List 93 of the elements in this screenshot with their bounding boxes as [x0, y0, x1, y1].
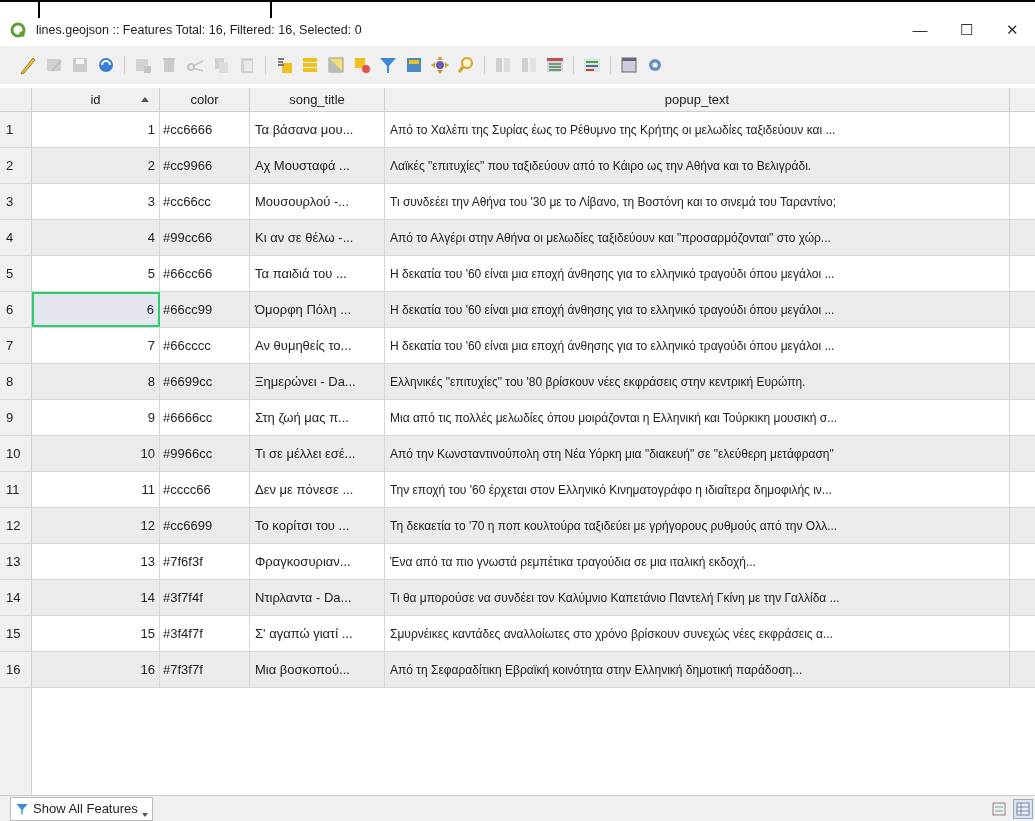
- column-header[interactable]: song_title: [250, 88, 385, 111]
- table-cell: 9: [32, 400, 160, 435]
- filter-icon: [15, 801, 29, 816]
- show-features-button[interactable]: Show All Features: [10, 796, 153, 821]
- table-cell: Το κορίτσι του ...: [250, 508, 385, 543]
- column-header[interactable]: popup_text: [385, 88, 1010, 111]
- table-cell: #cc6699: [160, 508, 250, 543]
- row-header[interactable]: 16: [0, 652, 32, 687]
- table-cell: 12: [32, 508, 160, 543]
- table-cell: #6699cc: [160, 364, 250, 399]
- row-header[interactable]: 9: [0, 400, 32, 435]
- table-cell: Λαϊκές "επιτυχίες" που ταξιδεύουν από το Κάιρο ως την Αθήνα και το Βελιγράδι.: [385, 148, 1010, 183]
- row-header[interactable]: 14: [0, 580, 32, 615]
- table-cell: Στη ζωή μας π...: [250, 400, 385, 435]
- table-cell: Τα παιδιά του ...: [250, 256, 385, 291]
- table-cell: 7: [32, 328, 160, 363]
- row-header[interactable]: 2: [0, 148, 32, 183]
- table-cell: #cc9966: [160, 148, 250, 183]
- table-cell: #cc66cc: [160, 184, 250, 219]
- table-cell: Μια βοσκοπού...: [250, 652, 385, 687]
- row-header[interactable]: 4: [0, 220, 32, 255]
- row-header[interactable]: 11: [0, 472, 32, 507]
- table-cell: 1: [32, 112, 160, 147]
- table-cell: Η δεκατία του '60 είναι μια εποχή άνθησης για το ελληνικό τραγούδι όπου μεγάλοι ...: [385, 328, 1010, 363]
- table-cell: Ντιρλαντα - Da...: [250, 580, 385, 615]
- table-cell: Τι συνδεέει την Αθήνα του '30 με το Λίβανο, τη Βοστόνη και το σινεμά του Ταραντίνο;: [385, 184, 1010, 219]
- table-cell: #cccc66: [160, 472, 250, 507]
- table-cell: Την εποχή του '60 έρχεται στον Ελληνικό Κινηματογράφο η ιδιαΐτερα δημοφιλής ιν...: [385, 472, 1010, 507]
- table-cell: Από την Κωνσταντινούπολη στη Νέα Υόρκη μια "διακευή" σε "ελεύθερη μετάφραση": [385, 436, 1010, 471]
- table-cell: Δεν με πόνεσε ...: [250, 472, 385, 507]
- table-cell: Ξημερώνει - Da...: [250, 364, 385, 399]
- table-cell: 2: [32, 148, 160, 183]
- table-cell: Σ' αγαπώ γιατί ...: [250, 616, 385, 651]
- row-header[interactable]: 15: [0, 616, 32, 651]
- table-cell: Τη δεκαετία το '70 η ποπ κουλτούρα ταξιδεύει με γρήγορους ρυθμούς από την Ολλ...: [385, 508, 1010, 543]
- table-cell: #66cc66: [160, 256, 250, 291]
- table-cell: #cc6666: [160, 112, 250, 147]
- table-cell: 5: [32, 256, 160, 291]
- table-cell: 15: [32, 616, 160, 651]
- table-cell: #3f4f7f: [160, 616, 250, 651]
- table-cell: Η δεκατία του '60 είναι μια εποχή άνθησης για το ελληνικό τραγούδι όπου μεγάλοι ...: [385, 256, 1010, 291]
- table-cell: Όμορφη Πόλη ...: [250, 292, 385, 327]
- table-cell: #3f7f4f: [160, 580, 250, 615]
- table-cell: #66cc99: [160, 292, 250, 327]
- table-cell: #7f3f7f: [160, 652, 250, 687]
- row-header[interactable]: 3: [0, 184, 32, 219]
- table-cell: Τα βάσανα μου...: [250, 112, 385, 147]
- column-header[interactable]: color: [160, 88, 250, 111]
- table-cell: Ένα από τα πιο γνωστά ρεμπέτικα τραγούδια σε μια ιταλική εκδοχή...: [385, 544, 1010, 579]
- caret-icon: [141, 812, 148, 817]
- table-cell: #7f6f3f: [160, 544, 250, 579]
- row-header[interactable]: 13: [0, 544, 32, 579]
- table-cell: 11: [32, 472, 160, 507]
- close-button[interactable]: ✕: [989, 18, 1035, 42]
- window-title: lines.geojson :: Features Total: 16, Filtered: 16, Selected: 0: [36, 21, 362, 39]
- table-cell: #66cccc: [160, 328, 250, 363]
- table-cell: Η δεκατία του '60 είναι μια εποχή άνθησης για το ελληνικό τραγούδι όπου μεγάλοι ...: [385, 292, 1010, 327]
- app-logo-icon: [10, 22, 26, 38]
- table-cell: Αχ Μουσταφά ...: [250, 148, 385, 183]
- table-cell: Από το Αλγέρι στην Αθήνα οι μελωδίες ταξιδεύουν και "προσαρμόζονται" στο χώρ...: [385, 220, 1010, 255]
- table-cell: Τι θα μπορούσε να συνδέει τον Καλύμνιο Καπετάνιο Παντελή Γκίνη με την Γαλλίδα ...: [385, 580, 1010, 615]
- table-view-icon[interactable]: [1013, 798, 1033, 819]
- table-cell: Φραγκοσυριαν...: [250, 544, 385, 579]
- table-cell: 8: [32, 364, 160, 399]
- table-cell: 10: [32, 436, 160, 471]
- table-cell: 13: [32, 544, 160, 579]
- table-cell: Τι σε μέλλει εσέ...: [250, 436, 385, 471]
- table-cell: 4: [32, 220, 160, 255]
- table-cell: #9966cc: [160, 436, 250, 471]
- table-cell: #99cc66: [160, 220, 250, 255]
- row-header[interactable]: 6: [0, 292, 32, 327]
- table-cell: Αν θυμηθείς το...: [250, 328, 385, 363]
- table-cell: 16: [32, 652, 160, 687]
- row-header[interactable]: 8: [0, 364, 32, 399]
- row-header[interactable]: 12: [0, 508, 32, 543]
- table-cell: 14: [32, 580, 160, 615]
- table-cell: 6: [32, 292, 160, 327]
- table-cell: Μια από τις πολλές μελωδίες όπου μοιράζονται η Ελληνική και Τούρκικη μουσική σ...: [385, 400, 1010, 435]
- column-header[interactable]: id: [32, 88, 160, 111]
- table-cell: #6666cc: [160, 400, 250, 435]
- table-cell: Από τη Σεφαραδίτικη Εβραϊκή κοινότητα στην Ελληνική δημοτική παράδοση...: [385, 652, 1010, 687]
- table-cell: Ελληνικές "επιτυχίες" του '80 βρίσκουν νέες εκφράσεις στην κεντρική Ευρώπη.: [385, 364, 1010, 399]
- minimize-button[interactable]: —: [897, 18, 943, 42]
- row-header[interactable]: 10: [0, 436, 32, 471]
- row-header[interactable]: 5: [0, 256, 32, 291]
- row-header[interactable]: 7: [0, 328, 32, 363]
- row-header[interactable]: 1: [0, 112, 32, 147]
- table-cell: Μουσουρλού -...: [250, 184, 385, 219]
- maximize-button[interactable]: ☐: [943, 18, 989, 42]
- table-cell: Από το Χαλέπι της Συρίας έως το Ρέθυμνο της Κρήτης οι μελωδίες ταξιδεύουν και ...: [385, 112, 1010, 147]
- table-cell: Κι αν σε θέλω -...: [250, 220, 385, 255]
- table-cell: 3: [32, 184, 160, 219]
- table-cell: Σμυρνέικες καντάδες αναλλοίωτες στο χρόνο βρίσκουν συνεχώς νέες εκφράσεις α...: [385, 616, 1010, 651]
